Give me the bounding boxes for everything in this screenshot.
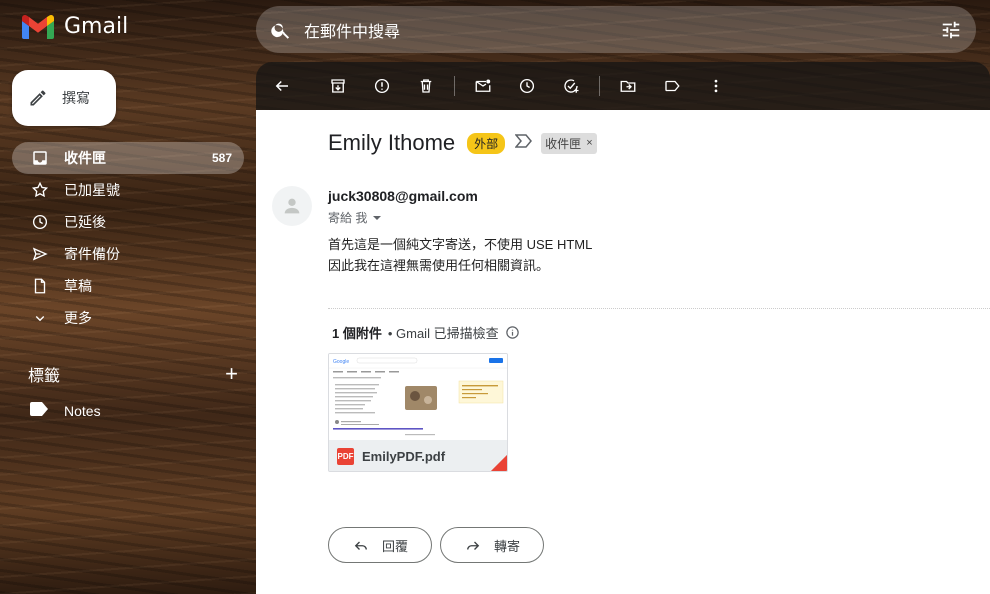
remove-label-icon[interactable]: × xyxy=(586,137,592,149)
toolbar-divider xyxy=(599,76,600,96)
labels-header: 標籤 + xyxy=(28,362,238,386)
person-icon xyxy=(284,198,300,214)
page-fold-red-icon xyxy=(489,453,507,471)
report-spam-icon[interactable] xyxy=(360,66,404,106)
reply-button[interactable]: 回覆 xyxy=(328,527,432,563)
recipient-text: 寄給 我 xyxy=(328,211,368,225)
body-line: 首先這是一個純文字寄送，不使用 USE HTML xyxy=(328,237,593,252)
draft-icon xyxy=(30,276,50,296)
sender-address[interactable]: juck30808@gmail.com xyxy=(328,188,478,204)
inbox-label-chip: 收件匣 × xyxy=(541,132,597,154)
body-line: 因此我在這裡無需使用任何相關資訊。 xyxy=(328,258,550,273)
attachments-header: 1 個附件 • Gmail 已掃描檢查 xyxy=(332,323,520,342)
search-input[interactable]: 在郵件中搜尋 xyxy=(304,18,940,42)
sidebar-item-sent[interactable]: 寄件備份 xyxy=(12,238,244,270)
scan-status: • Gmail 已掃描檢查 xyxy=(387,326,499,341)
pdf-icon: PDF xyxy=(337,448,354,465)
delete-icon[interactable] xyxy=(404,66,448,106)
attachment-card[interactable]: Google PDF EmilyPDF.pdf xyxy=(328,353,508,472)
reply-icon xyxy=(354,541,367,550)
inbox-icon xyxy=(30,148,50,168)
email-subject: Emily Ithome xyxy=(328,130,456,155)
external-badge: 外部 xyxy=(467,132,506,154)
attachments-divider xyxy=(328,308,990,309)
archive-icon[interactable] xyxy=(316,66,360,106)
search-icon[interactable] xyxy=(270,19,292,41)
star-icon xyxy=(30,180,50,200)
reply-label: 回覆 xyxy=(381,538,408,554)
label-icon[interactable] xyxy=(650,66,694,106)
search-options-icon[interactable] xyxy=(940,19,962,41)
sidebar-item-snoozed[interactable]: 已延後 xyxy=(12,206,244,238)
add-task-icon[interactable] xyxy=(549,66,593,106)
sidebar-item-starred[interactable]: 已加星號 xyxy=(12,174,244,206)
sidebar-item-inbox[interactable]: 收件匣 587 xyxy=(12,142,244,174)
sidebar-item-label: 已延後 xyxy=(64,214,106,230)
svg-text:Google: Google xyxy=(333,359,349,365)
attachment-count: 1 個附件 xyxy=(332,326,382,341)
compose-button[interactable]: 撰寫 xyxy=(12,70,116,126)
mark-unread-icon[interactable] xyxy=(461,66,505,106)
back-arrow-icon[interactable] xyxy=(260,66,304,106)
info-icon[interactable] xyxy=(505,325,520,340)
clock-icon xyxy=(30,212,50,232)
attachment-footer: PDF EmilyPDF.pdf xyxy=(329,440,507,471)
label-icon xyxy=(30,402,48,419)
message-view: Emily Ithome 外部 收件匣 × juck30808@gmail.co… xyxy=(256,110,990,594)
toolbar-divider xyxy=(454,76,455,96)
gmail-m-icon xyxy=(22,14,54,39)
attachment-preview: Google xyxy=(329,354,507,440)
message-toolbar xyxy=(256,62,990,110)
gmail-logo[interactable]: Gmail xyxy=(22,14,128,39)
label-name: Notes xyxy=(64,402,101,419)
sidebar-item-more[interactable]: 更多 xyxy=(12,302,244,334)
caret-down-icon xyxy=(373,215,382,220)
add-label-icon[interactable]: + xyxy=(225,363,238,385)
sidebar-item-label: 更多 xyxy=(64,310,92,326)
attachment-filename: EmilyPDF.pdf xyxy=(362,449,446,464)
subject-row: Emily Ithome 外部 收件匣 × xyxy=(328,130,597,156)
email-body: 首先這是一個純文字寄送，不使用 USE HTML 因此我在這裡無需使用任何相關資… xyxy=(328,234,592,276)
avatar[interactable] xyxy=(272,186,312,226)
sidebar-item-label: 已加星號 xyxy=(64,182,120,198)
forward-icon xyxy=(467,541,480,550)
snooze-icon[interactable] xyxy=(505,66,549,106)
pencil-icon xyxy=(30,90,46,106)
forward-button[interactable]: 轉寄 xyxy=(440,527,544,563)
search-bar[interactable]: 在郵件中搜尋 xyxy=(256,6,976,53)
unread-count: 587 xyxy=(211,151,232,165)
gmail-wordmark: Gmail xyxy=(64,14,129,39)
send-icon xyxy=(30,244,50,264)
chevron-down-icon xyxy=(30,308,50,328)
inbox-label-text: 收件匣 xyxy=(545,136,582,151)
sidebar-item-notes[interactable]: Notes xyxy=(30,402,101,419)
sidebar-item-drafts[interactable]: 草稿 xyxy=(12,270,244,302)
compose-label: 撰寫 xyxy=(62,90,90,106)
sidebar-item-label: 寄件備份 xyxy=(64,246,120,262)
recipient-line[interactable]: 寄給 我 xyxy=(328,209,383,226)
sidebar-nav: 收件匣 587 已加星號 已延後 寄件備份 草稿 更多 xyxy=(12,142,244,334)
importance-marker-icon[interactable] xyxy=(514,133,533,153)
forward-label: 轉寄 xyxy=(493,538,520,554)
pdf-thumbnail-icon: Google xyxy=(329,354,507,440)
more-vert-icon[interactable] xyxy=(694,66,738,106)
labels-title: 標籤 xyxy=(28,368,61,385)
move-to-icon[interactable] xyxy=(606,66,650,106)
sidebar-item-label: 草稿 xyxy=(64,278,92,294)
sidebar-item-label: 收件匣 xyxy=(64,150,106,166)
